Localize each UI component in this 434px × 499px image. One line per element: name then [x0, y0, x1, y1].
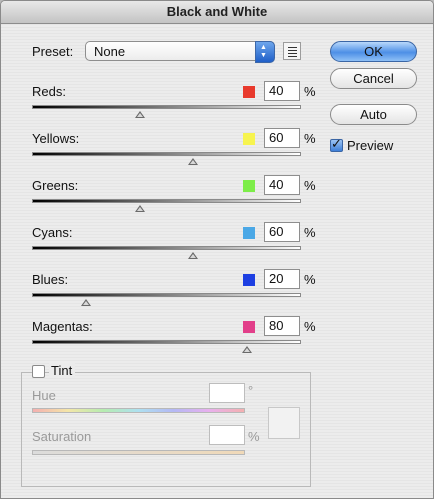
slider-value-field[interactable]: 80: [264, 316, 300, 336]
saturation-field[interactable]: [209, 425, 245, 445]
slider-track[interactable]: [32, 199, 301, 203]
slider-thumb[interactable]: [134, 205, 145, 212]
dropdown-arrows-icon: ▲ ▼: [255, 41, 275, 63]
slider-track[interactable]: [32, 105, 301, 109]
slider-label: Magentas:: [32, 319, 93, 334]
hue-slider[interactable]: [32, 408, 245, 413]
tint-label: Tint: [49, 363, 76, 378]
slider-label: Reds:: [32, 84, 66, 99]
slider-value-field[interactable]: 40: [264, 81, 300, 101]
slider-value-field[interactable]: 40: [264, 175, 300, 195]
slider-value-field[interactable]: 60: [264, 222, 300, 242]
color-swatch: [243, 274, 255, 286]
percent-label: %: [304, 319, 316, 334]
black-and-white-dialog: Black and White Preset: None ▲ ▼ OK Canc…: [0, 0, 434, 499]
dialog-title: Black and White: [1, 1, 433, 24]
slider-track[interactable]: [32, 246, 301, 250]
color-swatch: [243, 227, 255, 239]
tint-color-swatch[interactable]: [268, 407, 300, 439]
preview-label: Preview: [347, 138, 394, 153]
ok-button[interactable]: OK: [330, 41, 417, 62]
slider-thumb[interactable]: [242, 346, 253, 353]
saturation-label: Saturation: [32, 429, 92, 444]
color-swatch: [243, 86, 255, 98]
percent-label: %: [304, 272, 316, 287]
saturation-slider[interactable]: [32, 450, 245, 455]
slider-value-field[interactable]: 20: [264, 269, 300, 289]
color-swatch: [243, 321, 255, 333]
color-swatch: [243, 180, 255, 192]
color-swatch: [243, 133, 255, 145]
preset-options-menu-icon[interactable]: [283, 42, 301, 60]
hue-label: Hue: [32, 388, 56, 403]
percent-label: %: [304, 84, 316, 99]
checkmark-icon: ✓: [331, 136, 342, 151]
cancel-button[interactable]: Cancel: [330, 68, 417, 89]
slider-track[interactable]: [32, 340, 301, 344]
hue-field[interactable]: [209, 383, 245, 403]
percent-label: %: [304, 131, 316, 146]
slider-value-field[interactable]: 60: [264, 128, 300, 148]
preset-label: Preset:: [32, 44, 74, 59]
saturation-percent: %: [248, 429, 260, 444]
percent-label: %: [304, 178, 316, 193]
slider-track[interactable]: [32, 152, 301, 156]
auto-button[interactable]: Auto: [330, 104, 417, 125]
slider-label: Yellows:: [32, 131, 80, 146]
preview-checkbox[interactable]: ✓: [330, 136, 343, 152]
slider-thumb[interactable]: [188, 158, 199, 165]
slider-thumb[interactable]: [188, 252, 199, 259]
preset-dropdown[interactable]: None ▲ ▼: [85, 41, 275, 63]
preset-value: None: [94, 44, 126, 59]
slider-thumb[interactable]: [80, 299, 91, 306]
slider-thumb[interactable]: [134, 111, 145, 118]
degree-symbol: °: [248, 383, 254, 398]
slider-label: Blues:: [32, 272, 69, 287]
slider-track[interactable]: [32, 293, 301, 297]
slider-label: Cyans:: [32, 225, 73, 240]
percent-label: %: [304, 225, 316, 240]
tint-checkbox[interactable]: [32, 365, 45, 378]
slider-label: Greens:: [32, 178, 79, 193]
